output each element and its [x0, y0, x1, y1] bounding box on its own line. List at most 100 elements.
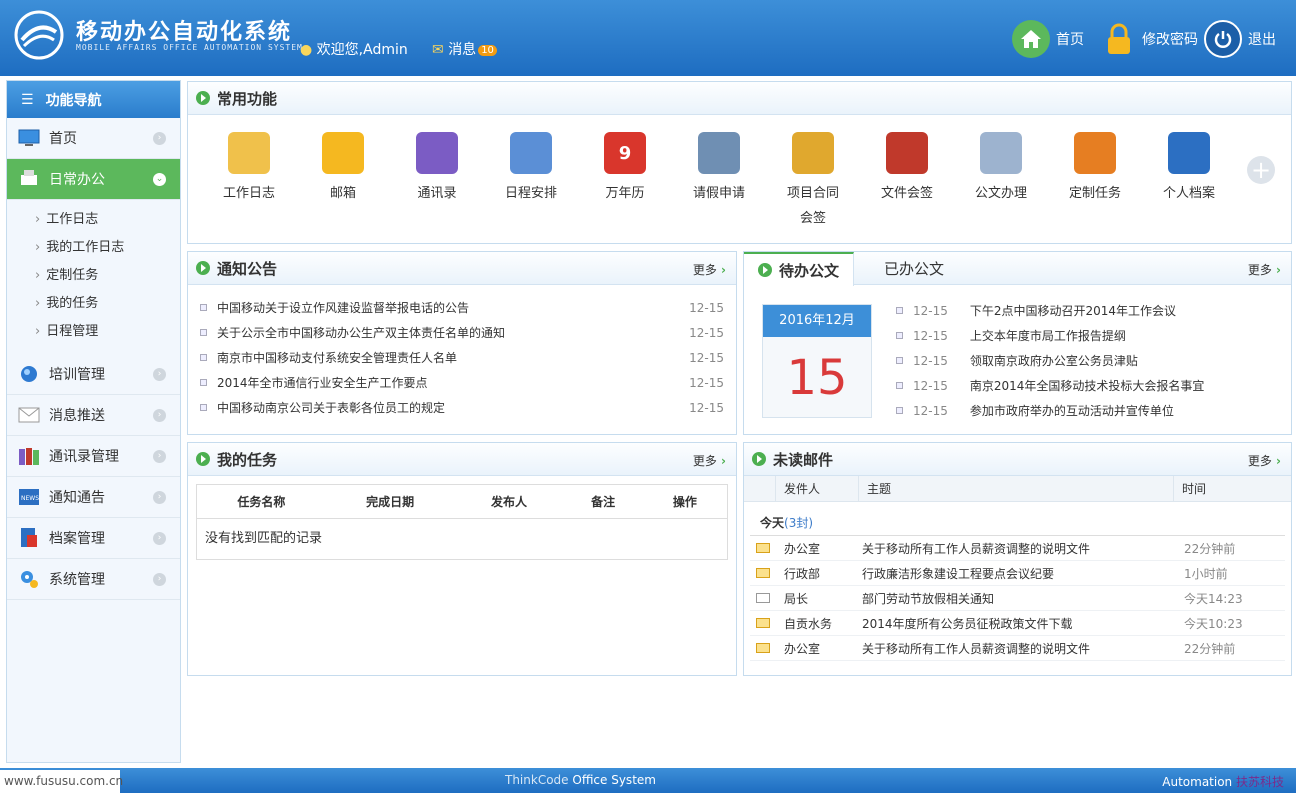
envelope-icon: ✉: [432, 42, 444, 58]
common-functions-panel: 常用功能 工作日志 邮箱 通讯录 日程安排 9 万年历 请假申请 项目合同 会签文件会签 公文办理…: [187, 81, 1292, 244]
mail-row[interactable]: 办公室 关于移动所有工作人员薪资调整的说明文件 22分钟前: [750, 536, 1285, 561]
function-item[interactable]: 请假申请: [672, 132, 766, 226]
mail-row[interactable]: 办公室 关于移动所有工作人员薪资调整的说明文件 22分钟前: [750, 636, 1285, 661]
user-icon: ●: [300, 42, 313, 58]
tasks-more-link[interactable]: 更多: [693, 452, 726, 469]
submenu-item-custom-task[interactable]: 定制任务: [35, 262, 180, 290]
doc-item[interactable]: 12-15 领取南京政府办公室公务员津贴: [896, 348, 1276, 373]
footer-brand-b: Office System: [572, 773, 656, 787]
monitor-icon: [17, 127, 41, 149]
tasks-panel: 我的任务 更多 任务名称 完成日期 发布人 备注 操作 没有找到匹配的记录: [187, 442, 737, 676]
function-item[interactable]: 个人档案: [1142, 132, 1236, 226]
mail-time: 22分钟前: [1184, 541, 1236, 556]
mail-panel: 未读邮件 更多 发件人 主题 时间 今天(3封) 办公室关于移动所有工作人员薪资…: [743, 442, 1292, 676]
sidebar-item-notices[interactable]: NEWS 通知通告 ›: [7, 477, 180, 518]
submenu-item-schedule[interactable]: 日程管理: [35, 318, 180, 346]
sidebar-item-label: 消息推送: [49, 408, 105, 424]
doc-item[interactable]: 12-15 参加市政府举办的互动活动并宣传单位: [896, 398, 1276, 423]
function-icon: [886, 132, 928, 174]
function-item[interactable]: 日程安排: [484, 132, 578, 226]
tab-pending-docs[interactable]: 待办公文: [744, 252, 855, 286]
submenu-item-work-log[interactable]: 工作日志: [35, 206, 180, 234]
tasks-empty-message: 没有找到匹配的记录: [205, 531, 323, 546]
lock-icon: [1100, 20, 1138, 58]
doc-item-title: 参加市政府举办的互动活动并宣传单位: [969, 404, 1174, 418]
change-password-button[interactable]: 修改密码: [1100, 20, 1198, 58]
notice-item[interactable]: 南京市中国移动支付系统安全管理责任人名单 12-15: [200, 345, 724, 370]
mail-more-link[interactable]: 更多: [1248, 452, 1281, 469]
messages-badge: 10: [478, 44, 497, 56]
function-label: 工作日志: [222, 186, 275, 201]
function-label: 万年历: [605, 186, 645, 201]
play-bullet-icon: [758, 263, 772, 277]
footer-right-a: Automation: [1162, 775, 1233, 789]
panel-title: 常用功能: [188, 82, 1291, 115]
messages-link[interactable]: ✉ 消息 10: [432, 39, 497, 59]
footer-company: Automation 扶苏科技: [1162, 773, 1284, 790]
mail-row[interactable]: 行政部 行政廉洁形象建设工程要点会议纪要 1小时前: [750, 561, 1285, 586]
mail-subject: 部门劳动节放假相关通知: [862, 591, 995, 606]
sidebar-item-label: 系统管理: [49, 572, 105, 588]
doc-item-date: 12-15: [913, 378, 948, 393]
sidebar-submenu: 工作日志 我的工作日志 定制任务 我的任务 日程管理: [7, 200, 180, 354]
add-function-icon[interactable]: +: [1247, 156, 1275, 184]
function-icon: 9: [604, 132, 646, 174]
function-label: 请假申请: [692, 186, 745, 201]
sidebar-item-training[interactable]: 培训管理 ›: [7, 354, 180, 395]
notice-item[interactable]: 中国移动南京公司关于表彰各位员工的规定 12-15: [200, 395, 724, 420]
chevron-right-icon: ›: [153, 531, 166, 545]
sidebar-item-contacts[interactable]: 通讯录管理 ›: [7, 436, 180, 477]
globe-icon: [17, 363, 41, 385]
sidebar-item-archives[interactable]: 档案管理 ›: [7, 518, 180, 559]
logout-button[interactable]: 退出: [1204, 20, 1276, 58]
tasks-title: 我的任务: [217, 450, 278, 469]
sidebar-item-home[interactable]: 首页 ›: [7, 118, 180, 159]
notice-item[interactable]: 中国移动关于设立作风建设监督举报电话的公告 12-15: [200, 295, 724, 320]
notice-list: 中国移动关于设立作风建设监督举报电话的公告 12-15 关于公示全市中国移动办公生产…: [188, 285, 736, 420]
svg-text:NEWS: NEWS: [21, 495, 39, 502]
chevron-right-icon: ›: [153, 367, 166, 381]
docs-panel: 待办公文 已办公文 更多 2016年12月 15 12-15 下午2点中国移动召开…: [743, 251, 1292, 435]
function-label: 文件会签: [880, 186, 933, 201]
chevron-right-icon: ›: [153, 408, 166, 422]
top-header: 移动办公自动化系统 MOBILE AFFAIRS OFFICE AUTOMATI…: [0, 0, 1296, 76]
doc-item[interactable]: 12-15 上交本年度市局工作报告提纲: [896, 323, 1276, 348]
function-item[interactable]: 文件会签: [860, 132, 954, 226]
sidebar-item-label: 通讯录管理: [49, 449, 119, 465]
tab-done-docs[interactable]: 已办公文: [854, 252, 958, 284]
notice-item-title: 南京市中国移动支付系统安全管理责任人名单: [217, 351, 458, 365]
submenu-item-my-task[interactable]: 我的任务: [35, 290, 180, 318]
footer-brand: ThinkCode Office System: [505, 773, 656, 787]
function-item[interactable]: 工作日志: [202, 132, 296, 226]
col-due-date: 完成日期: [366, 495, 415, 509]
doc-item[interactable]: 12-15 下午2点中国移动召开2014年工作会议: [896, 298, 1276, 323]
notice-more-link[interactable]: 更多: [693, 261, 726, 278]
mail-row[interactable]: 局长 部门劳动节放假相关通知 今天14:23: [750, 586, 1285, 611]
col-action: 操作: [672, 495, 697, 509]
mail-sender: 办公室: [784, 641, 821, 656]
home-nav-button[interactable]: 首页: [1012, 20, 1084, 58]
play-bullet-icon: [196, 452, 210, 466]
function-item[interactable]: 通讯录: [390, 132, 484, 226]
play-bullet-icon: [752, 452, 766, 466]
books-icon: [17, 445, 41, 467]
doc-item[interactable]: 12-15 南京2014年全国移动技术投标大会报名事宜: [896, 373, 1276, 398]
function-item[interactable]: 项目合同 会签: [766, 132, 860, 226]
sidebar-item-message-push[interactable]: 消息推送 ›: [7, 395, 180, 436]
function-item[interactable]: 定制任务: [1048, 132, 1142, 226]
docs-more-link[interactable]: 更多: [1248, 261, 1281, 278]
function-item[interactable]: 9 万年历: [578, 132, 672, 226]
sidebar-item-system[interactable]: 系统管理 ›: [7, 559, 180, 600]
sidebar-item-daily-office[interactable]: 日常办公 ⌄: [7, 159, 180, 200]
calendar-day: 15: [786, 350, 848, 406]
mail-sender: 自贡水务: [784, 616, 833, 631]
notice-item[interactable]: 关于公示全市中国移动办公生产双主体责任名单的通知 12-15: [200, 320, 724, 345]
submenu-item-my-work-log[interactable]: 我的工作日志: [35, 234, 180, 262]
play-bullet-icon: [196, 91, 210, 105]
mail-row[interactable]: 自贡水务 2014年度所有公务员征税政策文件下载 今天10:23: [750, 611, 1285, 636]
doc-item-date: 12-15: [913, 403, 948, 418]
power-icon: [1204, 20, 1242, 58]
notice-item[interactable]: 2014年全市通信行业安全生产工作要点 12-15: [200, 370, 724, 395]
function-item[interactable]: 公文办理: [954, 132, 1048, 226]
function-item[interactable]: 邮箱: [296, 132, 390, 226]
